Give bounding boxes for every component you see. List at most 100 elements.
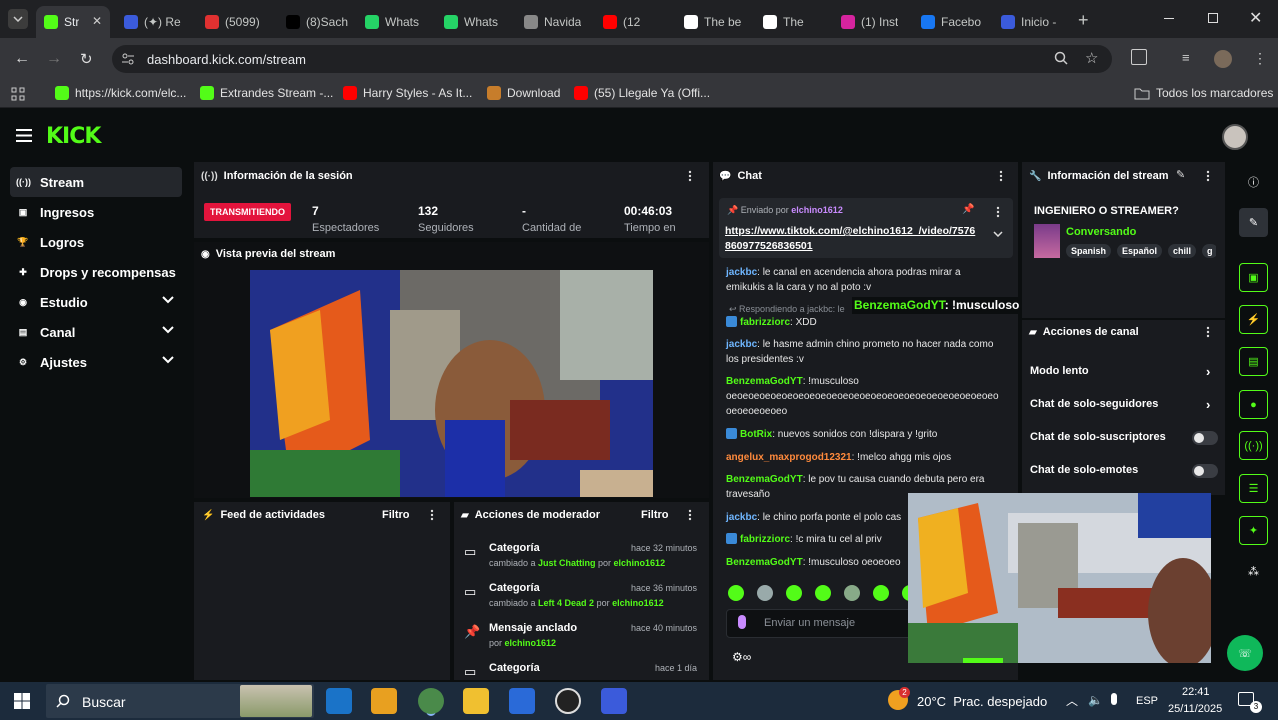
stream-preview-video[interactable] xyxy=(250,270,653,497)
close-window-icon[interactable]: ✕ xyxy=(1249,8,1262,28)
pinned-link[interactable]: https://www.tiktok.com/@elchino1612_/vid… xyxy=(725,224,981,254)
channel-action-item[interactable]: Modo lento › xyxy=(1030,364,1220,381)
browser-tab[interactable]: (12 xyxy=(595,6,671,38)
chat-username[interactable]: BenzemaGodYT xyxy=(726,474,803,485)
chat-username[interactable]: BotRix xyxy=(740,429,772,440)
sidebar-item-ingresos[interactable]: ▣ Ingresos xyxy=(10,197,182,227)
browser-tab[interactable]: Facebo xyxy=(913,6,989,38)
forward-icon[interactable]: → xyxy=(46,50,62,68)
emote-icon[interactable] xyxy=(728,585,744,601)
mic-icon[interactable] xyxy=(1111,693,1117,705)
browser-tab[interactable]: The xyxy=(755,6,831,38)
chat-username[interactable]: fabrizziorc xyxy=(740,317,790,328)
reload-icon[interactable]: ↻ xyxy=(80,50,93,68)
zoom-icon[interactable] xyxy=(1054,51,1068,65)
emote-icon[interactable] xyxy=(815,585,831,601)
bookmark-item[interactable]: (55) Llegale Ya (Offi... xyxy=(574,86,710,100)
new-tab-icon[interactable]: + xyxy=(1078,10,1089,31)
mod-menu-icon[interactable] xyxy=(688,509,692,521)
channel-action-item[interactable]: Chat de solo-seguidores › xyxy=(1030,397,1220,414)
chat-username[interactable]: BenzemaGodYT xyxy=(726,557,803,568)
lightning-icon[interactable]: ⚡ xyxy=(1239,305,1268,334)
bookmark-star-icon[interactable]: ☆ xyxy=(1085,49,1098,67)
session-menu-icon[interactable] xyxy=(688,170,692,182)
chat-username[interactable]: jackbc xyxy=(726,512,757,523)
clock-time[interactable]: 22:41 xyxy=(1182,686,1210,698)
emote-icon[interactable] xyxy=(873,585,889,601)
chat-bubble-icon[interactable]: ● xyxy=(1239,390,1268,419)
info-icon[interactable]: ⓘ xyxy=(1239,167,1268,196)
bookmark-item[interactable]: Harry Styles - As It... xyxy=(343,86,472,100)
chat-username[interactable]: BenzemaGodYT xyxy=(726,376,803,387)
browser-tab[interactable]: (8)Sach xyxy=(278,6,354,38)
feed-filter-button[interactable]: Filtro xyxy=(382,509,410,521)
emote-icon[interactable] xyxy=(757,585,773,601)
edit-icon[interactable]: ✎ xyxy=(1239,208,1268,237)
channel-actions-menu-icon[interactable] xyxy=(1206,326,1210,338)
tab-search-button[interactable] xyxy=(8,9,28,29)
layers-icon[interactable]: ☰ xyxy=(1239,474,1268,503)
clock-date[interactable]: 25/11/2025 xyxy=(1168,703,1222,715)
all-bookmarks[interactable]: Todos los marcadores xyxy=(1134,86,1273,100)
profile-avatar[interactable] xyxy=(1214,50,1232,68)
apps-icon[interactable] xyxy=(11,87,25,101)
sidebar-item-ajustes[interactable]: ⚙ Ajustes xyxy=(10,347,182,377)
chat-username[interactable]: fabrizziorc xyxy=(740,534,790,545)
sidebar-item-drops[interactable]: ✚ Drops y recompensas xyxy=(10,257,182,287)
sidebar-item-stream[interactable]: ((·)) Stream xyxy=(10,167,182,197)
share-icon[interactable]: ⁂ xyxy=(1239,557,1268,586)
bookmark-item[interactable]: Extrandes Stream -... xyxy=(200,86,333,100)
support-icon[interactable]: ☏ xyxy=(1227,635,1263,671)
site-info-icon[interactable] xyxy=(121,52,135,66)
weather-text[interactable]: 20°C Prac. despejado xyxy=(917,694,1047,709)
note-icon[interactable]: ▤ xyxy=(1239,347,1268,376)
camera-icon[interactable]: ▣ xyxy=(1239,263,1268,292)
browser-menu-icon[interactable]: ⋮ xyxy=(1253,50,1267,67)
unpin-icon[interactable]: 📌 xyxy=(962,204,974,215)
broadcast-icon[interactable]: ((·)) xyxy=(1239,431,1268,460)
bookmark-item[interactable]: https://kick.com/elc... xyxy=(55,86,186,100)
stream-tag[interactable]: chill xyxy=(1168,244,1197,258)
browser-tab[interactable]: Whats xyxy=(436,6,512,38)
hamburger-menu-icon[interactable] xyxy=(16,129,32,142)
close-tab-icon[interactable]: ✕ xyxy=(92,14,102,28)
mod-action-item[interactable]: ▭ Categoría hace 1 día xyxy=(462,662,702,700)
user-avatar[interactable] xyxy=(1222,124,1248,150)
stream-info-menu-icon[interactable] xyxy=(1206,170,1210,182)
url-text[interactable]: dashboard.kick.com/stream xyxy=(147,52,306,67)
tray-chevron-icon[interactable]: ︿ xyxy=(1066,692,1078,709)
medal-icon[interactable] xyxy=(371,688,397,714)
chat-settings-icon[interactable]: ⚙∞ xyxy=(732,650,751,664)
browser-tab[interactable]: The be xyxy=(676,6,752,38)
wrench-icon[interactable]: ✦ xyxy=(1239,516,1268,545)
volume-icon[interactable]: 🔈 xyxy=(1088,693,1103,707)
chat-username[interactable]: jackbc xyxy=(726,267,757,278)
chat-username[interactable]: jackbc xyxy=(726,339,757,350)
channel-action-item[interactable]: Chat de solo-suscriptores xyxy=(1030,431,1220,447)
browser-tab[interactable]: Str ✕ xyxy=(36,6,110,38)
browser-tab[interactable]: (1) Inst xyxy=(833,6,909,38)
windows-start-icon[interactable] xyxy=(14,693,30,709)
edit-stream-icon[interactable]: ✎ xyxy=(1176,168,1185,181)
chat-username[interactable]: angelux_maxprogod12321 xyxy=(726,452,852,463)
category-name[interactable]: Conversando xyxy=(1066,226,1136,238)
sidebar-item-logros[interactable]: 🏆 Logros xyxy=(10,227,182,257)
extensions-icon[interactable] xyxy=(1131,49,1147,65)
mod-action-item[interactable]: 📌 Mensaje anclado hace 40 minutos por elchi… xyxy=(462,622,702,660)
browser-tab[interactable]: Inicio - xyxy=(993,6,1069,38)
browser-tab[interactable]: Whats xyxy=(357,6,433,38)
toggle-switch[interactable] xyxy=(1192,431,1218,445)
browser-tab[interactable]: Navida xyxy=(516,6,592,38)
chat-menu-icon[interactable] xyxy=(999,170,1003,182)
language-indicator[interactable]: ESP xyxy=(1136,695,1158,707)
stream-tag[interactable]: Spanish xyxy=(1066,244,1112,258)
back-icon[interactable]: ← xyxy=(14,50,30,68)
feed-menu-icon[interactable] xyxy=(430,509,434,521)
pinned-expand-icon[interactable] xyxy=(993,231,1003,237)
channel-action-item[interactable]: Chat de solo-emotes xyxy=(1030,464,1220,480)
stream-tag[interactable]: Español xyxy=(1117,244,1163,258)
browser-tab[interactable]: (✦) Re xyxy=(116,6,192,38)
sidebar-item-canal[interactable]: ▤ Canal xyxy=(10,317,182,347)
outlook-icon[interactable] xyxy=(326,688,352,714)
pinned-menu-icon[interactable] xyxy=(996,206,1000,218)
